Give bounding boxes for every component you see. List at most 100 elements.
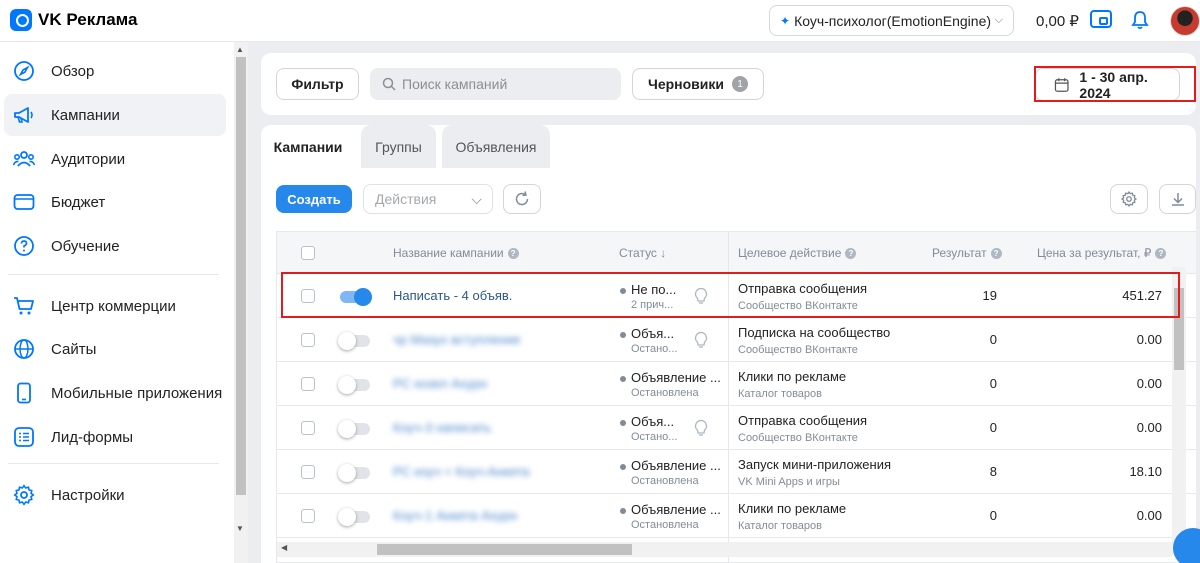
create-button[interactable]: Создать <box>276 185 352 213</box>
campaign-name-link[interactable]: Коуч-3 написать <box>393 420 491 435</box>
column-result[interactable]: Результат? <box>932 246 1002 260</box>
result-value: 0 <box>989 508 997 523</box>
campaign-name-link[interactable]: Коуч-1 Анкета Ахурн <box>393 508 517 523</box>
sidebar-item-commerce[interactable]: Центр коммерции <box>4 285 226 327</box>
logo[interactable]: VK Реклама <box>10 9 138 31</box>
campaign-toggle[interactable] <box>338 376 370 394</box>
table-vertical-scrollbar-thumb[interactable] <box>1174 288 1184 370</box>
row-checkbox[interactable] <box>301 421 315 435</box>
vk-ads-logo-icon <box>10 9 32 31</box>
campaign-name-link[interactable]: чр Мазух вступление <box>393 332 521 347</box>
column-target[interactable]: Целевое действие? <box>738 246 857 260</box>
column-price[interactable]: Цена за результат, ₽? <box>1037 246 1167 260</box>
sidebar-item-lead-forms[interactable]: Лид-формы <box>4 416 226 458</box>
column-name[interactable]: Название кампании? <box>393 246 519 260</box>
scroll-down-arrow-icon[interactable]: ▼ <box>236 524 244 533</box>
search-input[interactable]: Поиск кампаний <box>370 68 621 100</box>
bell-icon[interactable] <box>1131 10 1149 30</box>
table-row[interactable]: Написать - 4 объяв. Не по... 2 прич... О… <box>277 274 1196 318</box>
table-row[interactable]: Коуч-1 Анкета Ахурн Объявление ... Остан… <box>277 494 1196 538</box>
tab-campaigns[interactable]: Кампании <box>261 125 355 168</box>
status-subtext: Остано... <box>631 343 678 355</box>
sidebar-item-mobile-apps[interactable]: Мобильные приложения <box>4 372 226 414</box>
drafts-button[interactable]: Черновики 1 <box>632 68 764 100</box>
account-selector[interactable]: ✦ Коуч-психолог(EmotionEngine) ⌵ <box>769 5 1014 36</box>
help-icon[interactable]: ? <box>845 247 857 259</box>
refresh-icon <box>515 191 529 206</box>
lightbulb-icon[interactable] <box>693 419 709 437</box>
download-button[interactable] <box>1159 184 1196 214</box>
sidebar-item-overview[interactable]: Обзор <box>4 50 226 92</box>
help-icon[interactable]: ? <box>1155 247 1167 259</box>
table-row[interactable]: РС коуч + Коуч-Анкета Объявление ... Ост… <box>277 450 1196 494</box>
campaigns-table: Название кампании? Статус ↓ Целевое дейс… <box>276 231 1196 563</box>
campaign-toggle[interactable] <box>338 332 370 350</box>
table-row[interactable]: Коуч-3 написать Объя... Остано... Отправ… <box>277 406 1196 450</box>
row-checkbox[interactable] <box>301 377 315 391</box>
sidebar-item-label: Обзор <box>51 62 95 80</box>
refresh-button[interactable] <box>503 184 541 214</box>
date-range-label: 1 - 30 апр. 2024 <box>1079 68 1148 101</box>
actions-dropdown[interactable]: Действия ⌵ <box>363 184 493 214</box>
globe-icon <box>14 339 34 359</box>
status-dot <box>620 508 626 514</box>
column-status-label: Статус <box>619 246 657 260</box>
target-action: Отправка сообщения <box>738 413 868 428</box>
campaign-name-link[interactable]: РС коуч + Коуч-Анкета <box>393 464 529 479</box>
campaign-toggle[interactable] <box>340 288 372 306</box>
campaign-name-link[interactable]: Написать - 4 объяв. <box>393 288 512 303</box>
target-action: Запуск мини-приложения <box>738 457 891 472</box>
tab-groups[interactable]: Группы <box>361 125 436 168</box>
select-all-checkbox[interactable] <box>301 246 315 260</box>
row-checkbox[interactable] <box>301 333 315 347</box>
sidebar-item-settings[interactable]: Настройки <box>4 474 226 516</box>
toggle-knob <box>338 464 356 482</box>
row-checkbox[interactable] <box>301 509 315 523</box>
scroll-up-arrow-icon[interactable]: ▲ <box>236 45 244 54</box>
price-value: 0.00 <box>1136 376 1162 391</box>
campaign-toggle[interactable] <box>338 464 370 482</box>
row-checkbox[interactable] <box>301 289 315 303</box>
sidebar-item-learning[interactable]: Обучение <box>4 225 226 267</box>
price-value: 0.00 <box>1136 508 1162 523</box>
sidebar-item-label: Аудитории <box>51 150 126 168</box>
filter-button[interactable]: Фильтр <box>276 68 359 100</box>
download-icon <box>1171 193 1184 206</box>
status-subtext: Остановлена <box>631 519 699 531</box>
sidebar-item-audiences[interactable]: Аудитории <box>4 138 226 180</box>
price-value: 0.00 <box>1136 332 1162 347</box>
status-text: Объя... <box>631 326 675 341</box>
price-value: 451.27 <box>1122 288 1162 303</box>
avatar[interactable] <box>1170 6 1200 36</box>
table-row[interactable]: РС козел Ахурн Объявление ... Остановлен… <box>277 362 1196 406</box>
date-range-picker[interactable]: 1 - 30 апр. 2024 <box>1035 68 1180 101</box>
wallet-icon <box>13 194 35 210</box>
sidebar-item-campaigns[interactable]: Кампании <box>4 94 226 136</box>
row-checkbox[interactable] <box>301 465 315 479</box>
help-icon[interactable]: ? <box>990 247 1002 259</box>
sidebar-item-budget[interactable]: Бюджет <box>4 181 226 223</box>
sidebar-scrollbar-thumb[interactable] <box>236 57 246 495</box>
lightbulb-icon[interactable] <box>693 331 709 349</box>
gear-icon <box>13 484 35 506</box>
cart-icon <box>14 297 34 315</box>
help-icon[interactable]: ? <box>507 247 519 259</box>
actions-placeholder: Действия <box>375 191 437 207</box>
lightbulb-icon[interactable] <box>693 287 709 305</box>
megaphone-icon <box>14 107 33 123</box>
table-horizontal-scrollbar-thumb[interactable] <box>377 544 632 555</box>
toggle-knob <box>338 508 356 526</box>
campaign-toggle[interactable] <box>338 508 370 526</box>
scroll-left-arrow-icon[interactable]: ◀ <box>281 543 287 552</box>
table-settings-button[interactable] <box>1110 184 1148 214</box>
sidebar-item-label: Обучение <box>51 237 120 255</box>
sidebar-item-sites[interactable]: Сайты <box>4 328 226 370</box>
target-action: Подписка на сообщество <box>738 325 891 340</box>
campaign-name-link[interactable]: РС козел Ахурн <box>393 376 487 391</box>
table-row[interactable]: чр Мазух вступление Объя... Остано... По… <box>277 318 1196 362</box>
wallet-icon[interactable] <box>1090 10 1112 28</box>
campaign-toggle[interactable] <box>338 420 370 438</box>
tab-ads[interactable]: Объявления <box>442 125 550 168</box>
column-status[interactable]: Статус ↓ <box>619 246 666 260</box>
toggle-knob <box>354 288 372 306</box>
